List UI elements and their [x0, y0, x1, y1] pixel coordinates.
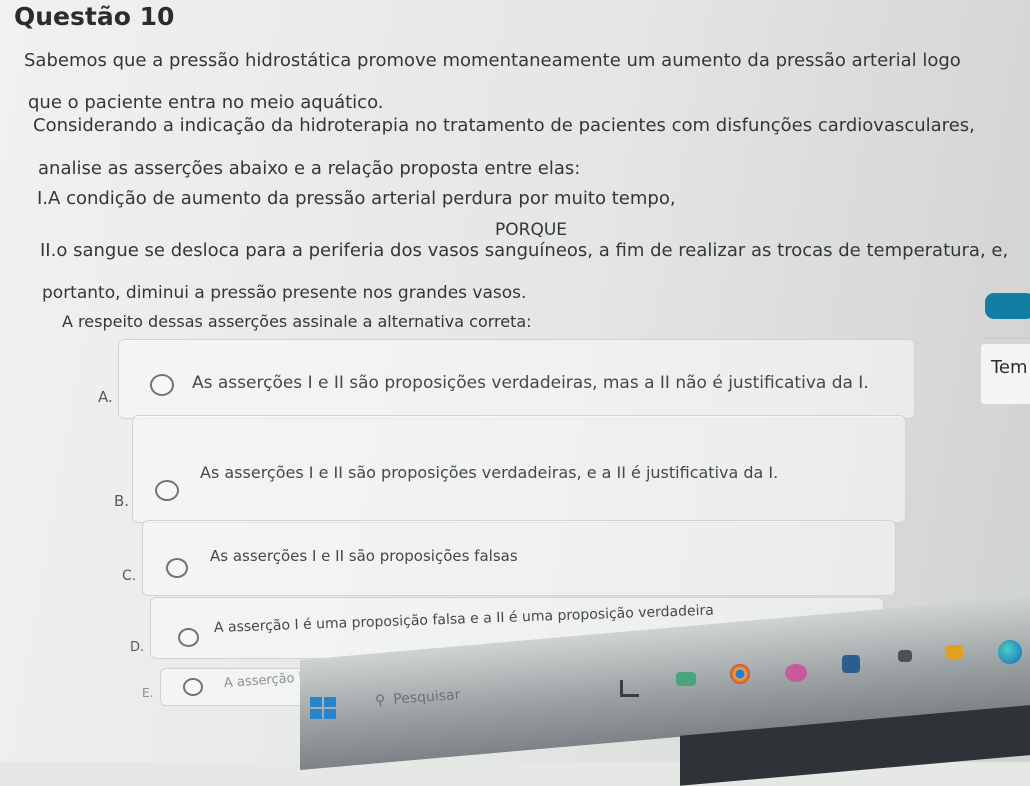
radio-button-b[interactable] — [155, 480, 179, 501]
question-title: Questão 10 — [14, 2, 175, 31]
porque-label: PORQUE — [495, 220, 568, 240]
app-icon-4[interactable] — [842, 655, 860, 673]
question-prompt: A respeito dessas asserções assinale a a… — [62, 312, 532, 331]
chrome-icon[interactable] — [730, 664, 750, 684]
sidebar-button[interactable] — [985, 293, 1030, 319]
option-text: As asserções I e II são proposições fals… — [210, 547, 518, 565]
option-letter: E. — [142, 686, 154, 700]
radio-button-e[interactable] — [183, 678, 203, 696]
windows-start-icon[interactable] — [310, 697, 336, 719]
assertion-2: II.o sangue se desloca para a periferia … — [40, 240, 1009, 261]
option-letter: D. — [130, 640, 145, 655]
edge-icon[interactable] — [998, 640, 1022, 664]
assertion-1: I.A condição de aumento da pressão arter… — [37, 188, 676, 209]
sidebar-divider — [982, 338, 1030, 339]
radio-button-d[interactable] — [178, 628, 199, 647]
option-text: As asserções I e II são proposições verd… — [192, 373, 869, 393]
app-icon-2[interactable] — [676, 672, 696, 686]
search-icon: ⚲ — [374, 692, 386, 709]
question-paragraph-3: Considerando a indicação da hidroterapia… — [33, 115, 975, 136]
app-icon-5[interactable] — [898, 650, 912, 662]
question-paragraph-4: analise as asserções abaixo e a relação … — [38, 158, 581, 179]
option-letter: B. — [114, 492, 130, 510]
app-icon-6[interactable] — [945, 645, 963, 659]
option-letter: C. — [122, 568, 137, 584]
question-paragraph-1: Sabemos que a pressão hidrostática promo… — [24, 50, 961, 71]
option-letter: A. — [98, 388, 113, 406]
radio-button-c[interactable] — [166, 558, 188, 578]
radio-button-a[interactable] — [150, 374, 174, 396]
timer-panel: Tem — [980, 343, 1030, 405]
timer-label: Tem — [991, 357, 1028, 378]
option-text: As asserções I e II são proposições verd… — [200, 463, 779, 482]
screen: Questão 10 Sabemos que a pressão hidrost… — [0, 0, 1030, 786]
app-icon-1[interactable] — [620, 680, 639, 697]
app-icon-3[interactable] — [785, 664, 807, 682]
question-paragraph-2: que o paciente entra no meio aquático. — [28, 92, 384, 113]
assertion-2-continued: portanto, diminui a pressão presente nos… — [42, 283, 527, 303]
